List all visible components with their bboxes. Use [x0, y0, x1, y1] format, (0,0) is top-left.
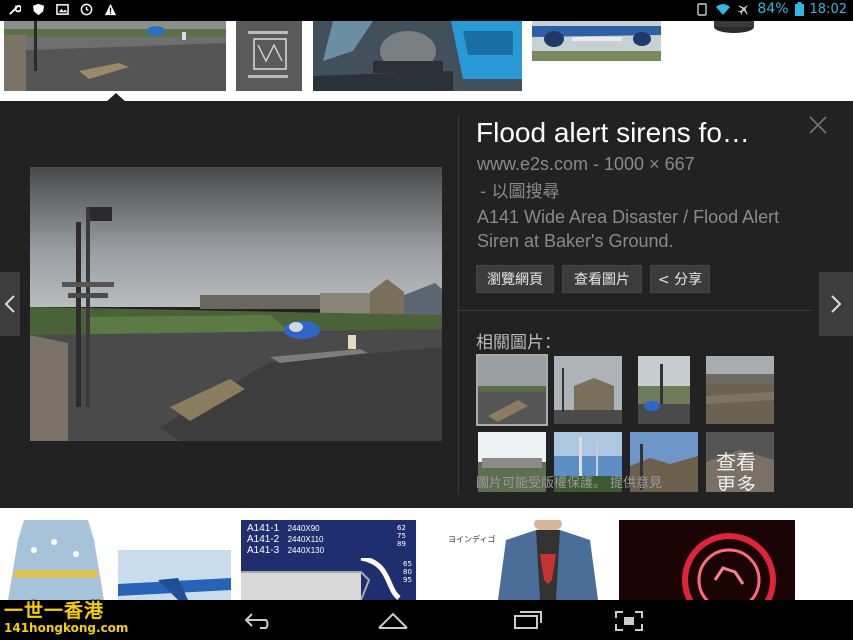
product-size: 2440X110 — [287, 535, 324, 544]
image-title: Flood alert sirens fo… — [476, 117, 750, 148]
image-description: A141 Wide Area Disaster / Flood Alert Si… — [477, 207, 780, 251]
related-image-thumbnail[interactable] — [706, 356, 774, 424]
product-code: A141-2 — [247, 534, 280, 545]
related-image-thumbnail[interactable] — [554, 356, 622, 424]
home-icon[interactable] — [376, 610, 410, 630]
dimension-label: 62 — [397, 524, 406, 532]
view-image-button[interactable]: 查看圖片 — [562, 265, 642, 293]
dimension-label: 89 — [397, 540, 406, 548]
result-thumbnail-vehicle[interactable] — [313, 21, 522, 91]
result-thumbnail-plane[interactable] — [118, 550, 231, 600]
result-thumbnail-jacket[interactable]: ヨインディゴ — [426, 520, 609, 600]
next-image-button[interactable] — [819, 272, 853, 336]
results-strip-top — [0, 21, 853, 101]
related-image-thumbnail[interactable] — [630, 356, 698, 424]
result-thumbnail-moulding[interactable]: A141-1 2440X90 A141-2 2440X110 A141-3 24… — [241, 520, 416, 600]
result-thumbnail-dress[interactable] — [4, 520, 108, 600]
result-thumbnail-neon-sign[interactable] — [619, 520, 795, 600]
visit-page-button[interactable]: 瀏覽網頁 — [476, 265, 554, 293]
back-icon[interactable] — [244, 610, 274, 630]
chevron-left-icon — [4, 295, 15, 313]
main-preview-image[interactable] — [30, 167, 442, 441]
rotate-icon — [697, 3, 708, 16]
related-image-thumbnail[interactable] — [476, 354, 548, 426]
clock-time: 18:02 — [809, 1, 847, 17]
result-thumbnail-road[interactable] — [4, 21, 226, 91]
battery-percent: 84% — [757, 1, 789, 17]
result-thumbnail-disc[interactable] — [672, 21, 795, 85]
image-source[interactable]: www.e2s.com - 1000 × 667 — [477, 154, 695, 175]
site-watermark-logo: 一世一香港 141hongkong.com — [4, 596, 128, 635]
warning-icon — [104, 3, 117, 16]
image-detail-panel: Flood alert sirens fo… www.e2s.com - 100… — [0, 93, 853, 508]
close-icon[interactable] — [808, 115, 828, 135]
share-button[interactable]: < 分享 — [650, 265, 710, 293]
product-code: A141-3 — [247, 545, 280, 556]
previous-image-button[interactable] — [0, 272, 20, 336]
result-thumbnail-drawing[interactable] — [236, 21, 302, 91]
copyright-notice: 圖片可能受版權保護。 提供意見 — [476, 476, 663, 491]
screenshot-icon[interactable] — [614, 610, 644, 632]
watermark-title: 一世一香港 — [4, 600, 105, 622]
product-size: 2440X90 — [287, 524, 320, 533]
product-code: A141-1 — [247, 523, 280, 534]
recent-apps-icon[interactable] — [512, 610, 544, 630]
product-size: 2440X130 — [287, 546, 325, 555]
search-by-image-link[interactable]: - 以圖搜尋 — [480, 177, 560, 202]
panel-divider — [458, 115, 459, 495]
selection-caret — [106, 93, 126, 102]
result-thumbnail-airplane[interactable] — [532, 21, 661, 61]
related-images-label: 相關圖片： — [476, 333, 561, 353]
wifi-icon — [716, 4, 731, 15]
wrench-icon — [9, 4, 21, 15]
airplane-icon — [738, 4, 749, 16]
clock-icon — [80, 3, 93, 16]
watermark-url: 141hongkong.com — [4, 621, 129, 635]
see-more-link[interactable]: 查看 更多 — [716, 451, 756, 491]
chevron-right-icon — [831, 295, 842, 313]
dimension-label: 75 — [397, 532, 406, 540]
panel-separator — [459, 310, 812, 311]
results-strip-bottom: A141-1 2440X90 A141-2 2440X110 A141-3 24… — [0, 508, 853, 600]
status-bar: 84% 18:02 — [0, 0, 853, 21]
image-icon — [56, 4, 69, 15]
shield-icon — [32, 3, 45, 16]
battery-icon — [794, 2, 804, 16]
